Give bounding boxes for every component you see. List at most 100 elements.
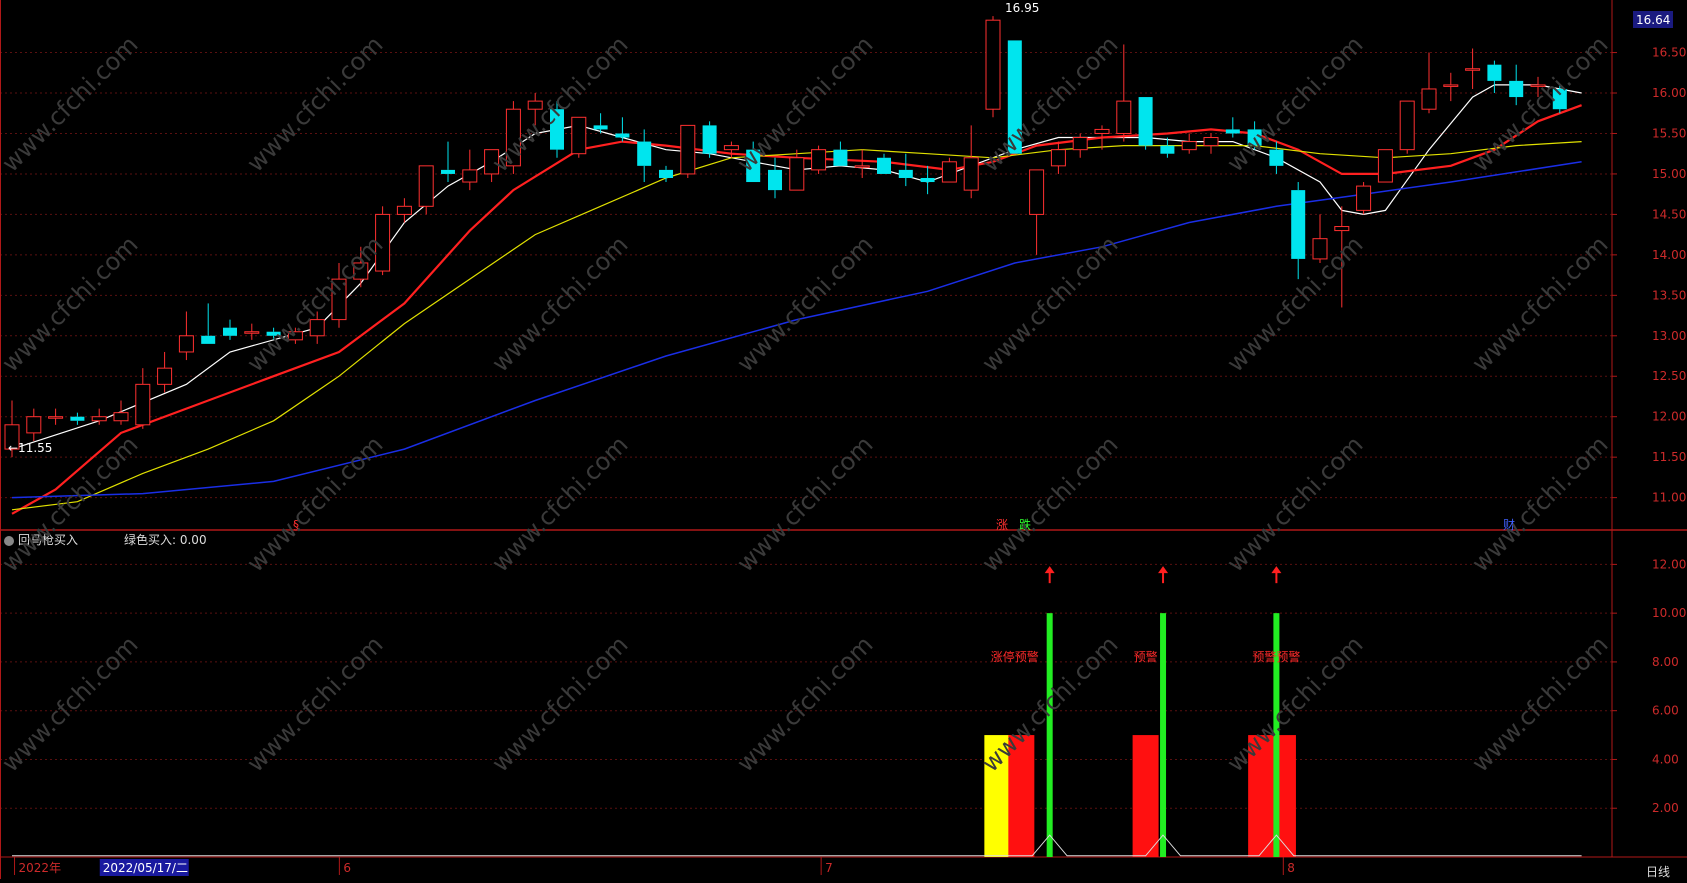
stock-chart: 11.00 11.50 12.00 12.50 13.00 13.50 14.00 14.50… [0,0,1687,879]
candle-body [331,278,347,321]
candle-body [920,177,935,183]
candle-body [1399,100,1415,151]
candle-body [746,149,761,183]
y-tick-label: 12.50 [1652,369,1686,383]
candle-body [1530,84,1546,87]
candle [550,101,564,158]
candle-body [26,416,42,434]
y-tick-label: 6.00 [1652,704,1679,718]
candle-body [287,331,303,341]
candle [811,145,827,174]
x-date-label: 2022/05/17/二 [103,861,188,875]
y-tick-label: 14.00 [1652,248,1686,262]
candle [505,101,521,174]
candle [375,206,391,276]
candle [1399,100,1415,154]
candle-body [441,169,455,174]
candle [1356,182,1372,215]
candle-body [1312,238,1328,260]
y-tick-label: 11.00 [1652,491,1686,505]
candle-body [723,145,739,151]
candle-body [418,165,434,207]
indicator-legend: 绿色买入: 0.00 [124,532,207,547]
candle-body [1116,100,1132,134]
buy-signal-bar [1046,613,1053,857]
candle-body [1269,149,1284,166]
y-tick-label: 13.00 [1652,329,1686,343]
candle-body [396,205,412,215]
candle-body [1509,80,1524,98]
candle-body [1443,84,1459,87]
y-tick-label: 14.50 [1652,207,1686,221]
candle-body [985,19,1001,110]
y-tick-label: 4.00 [1652,752,1679,766]
indicator-menu-icon [4,536,14,546]
candle-body [1247,129,1262,146]
candle-body [833,149,848,166]
candle-body [1203,137,1219,147]
candle-body [1334,226,1350,232]
current-price-tag: 16.64 [1636,13,1670,27]
candle-body [1094,128,1110,134]
candle-body [789,157,805,191]
indicator-bar [1132,735,1159,857]
candle-body [615,133,630,138]
x-label: 2022年 [19,861,62,875]
candle-body [963,157,979,191]
candle-body [1465,68,1481,71]
warning-label: 预警预警 [1252,649,1300,664]
candle [1552,84,1567,114]
candle-body [201,335,216,344]
candle-body [1160,145,1175,154]
candle-body [527,100,543,110]
y-tick-label: 16.50 [1652,46,1686,60]
candle-body [659,169,673,178]
candle-body [550,109,564,150]
candle-body [1377,149,1393,183]
candle-body [1138,97,1153,146]
y-tick-label: 16.00 [1652,86,1686,100]
candle-body [375,213,391,272]
candle-body [898,169,913,178]
x-label: 7 [825,861,833,875]
marker-die: 跌 [1019,517,1031,532]
buy-signal-bar [1160,613,1167,857]
candle-body [48,416,64,419]
candle-body [266,331,281,336]
marker-zhang: 涨 [996,517,1008,532]
candle-body [941,161,957,183]
candle [680,124,696,178]
low-price-label: ←11.55 [8,441,52,455]
candle-body [91,416,107,422]
y-tick-label: 12.00 [1652,557,1686,571]
candle-body [1225,129,1240,134]
candle-body [1050,149,1066,167]
y-tick-label: 15.50 [1652,126,1686,140]
y-tick-label: 8.00 [1652,655,1679,669]
candle [702,121,717,158]
candle-body [1487,64,1502,81]
candle [985,16,1001,118]
y-tick-label: 13.50 [1652,288,1686,302]
indicator-bar [984,735,1011,857]
candle-body [1291,190,1306,259]
chart-svg: 11.00 11.50 12.00 12.50 13.00 13.50 14.00 14.50… [0,0,1687,879]
candle [571,116,587,158]
candle-body [484,149,500,175]
candle-body [135,383,151,426]
y-tick-label: 11.50 [1652,450,1686,464]
x-label: 6 [343,861,351,875]
candle-body [1007,40,1022,154]
candle-body [1029,169,1045,215]
candle [941,157,957,183]
candle-body [223,327,237,336]
y-tick-label: 2.00 [1652,801,1679,815]
y-tick-label: 15.00 [1652,167,1686,181]
indicator-bar [1008,735,1035,857]
y-tick-label: 12.00 [1652,410,1686,424]
candle [1007,40,1022,154]
candle-body [1421,88,1437,110]
candle-body [1181,141,1197,151]
candle-body [178,335,194,353]
candle-body [462,169,478,183]
